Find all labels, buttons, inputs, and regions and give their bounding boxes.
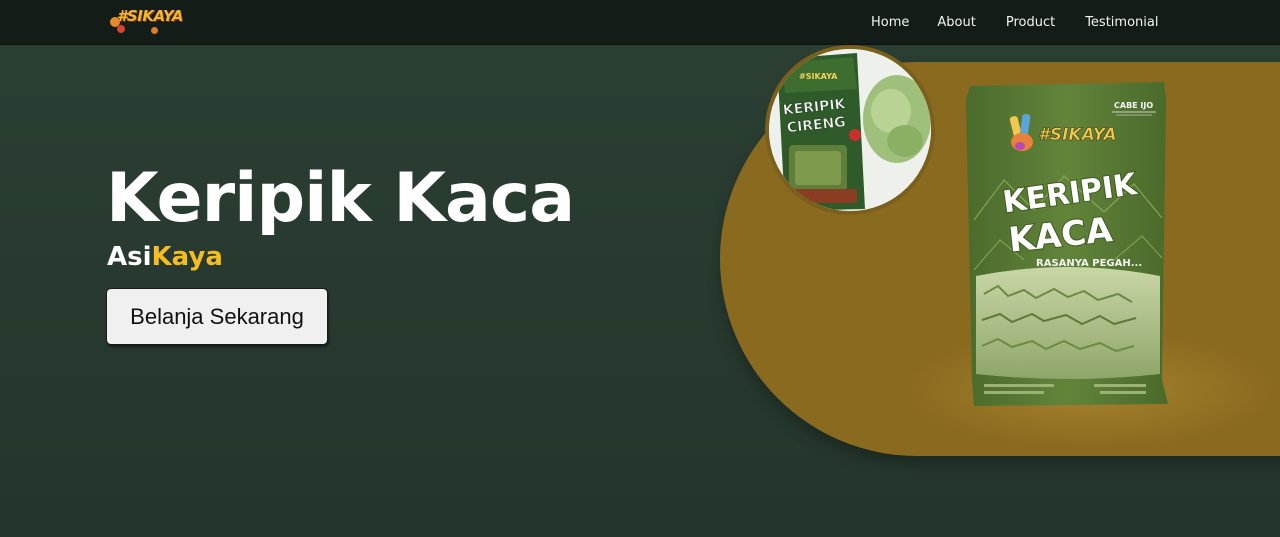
cireng-pack-illustration: #SIKAYA KERIPIK CIRENG [769, 49, 931, 211]
nav-menu: Home About Product Testimonial [860, 0, 1158, 45]
keripik-kaca-pack-illustration: #SIKAYA CABE IJO KERIPIK KACA RASANYA PE… [966, 82, 1168, 406]
logo-dot-icon [151, 27, 158, 34]
nav-home[interactable]: Home [871, 15, 909, 30]
cireng-brand-text: #SIKAYA [799, 72, 838, 81]
nav-testimonial[interactable]: Testimonial [1085, 15, 1158, 30]
logo-dot-icon [117, 25, 125, 33]
hero-subtitle-part2: Kaya [151, 242, 223, 272]
nav-product[interactable]: Product [1006, 15, 1055, 30]
hero-title: Keripik Kaca [106, 159, 575, 238]
navbar: #SIKAYA Home About Product Testimonial [0, 0, 1280, 45]
product-photo-cireng: #SIKAYA KERIPIK CIRENG [765, 45, 935, 215]
brand-logo[interactable]: #SIKAYA [109, 3, 183, 37]
shop-now-button[interactable]: Belanja Sekarang [106, 288, 328, 345]
logo-text: #SIKAYA [117, 7, 183, 25]
nav-about[interactable]: About [937, 15, 975, 30]
hero-subtitle-part1: Asi [107, 242, 152, 272]
pack-brand-text: #SIKAYA [1038, 125, 1117, 145]
hero-subtitle: AsiKaya [107, 241, 223, 273]
pack-variant-text: CABE IJO [1114, 101, 1153, 110]
product-pack-keripik-kaca: #SIKAYA CABE IJO KERIPIK KACA RASANYA PE… [964, 80, 1170, 410]
